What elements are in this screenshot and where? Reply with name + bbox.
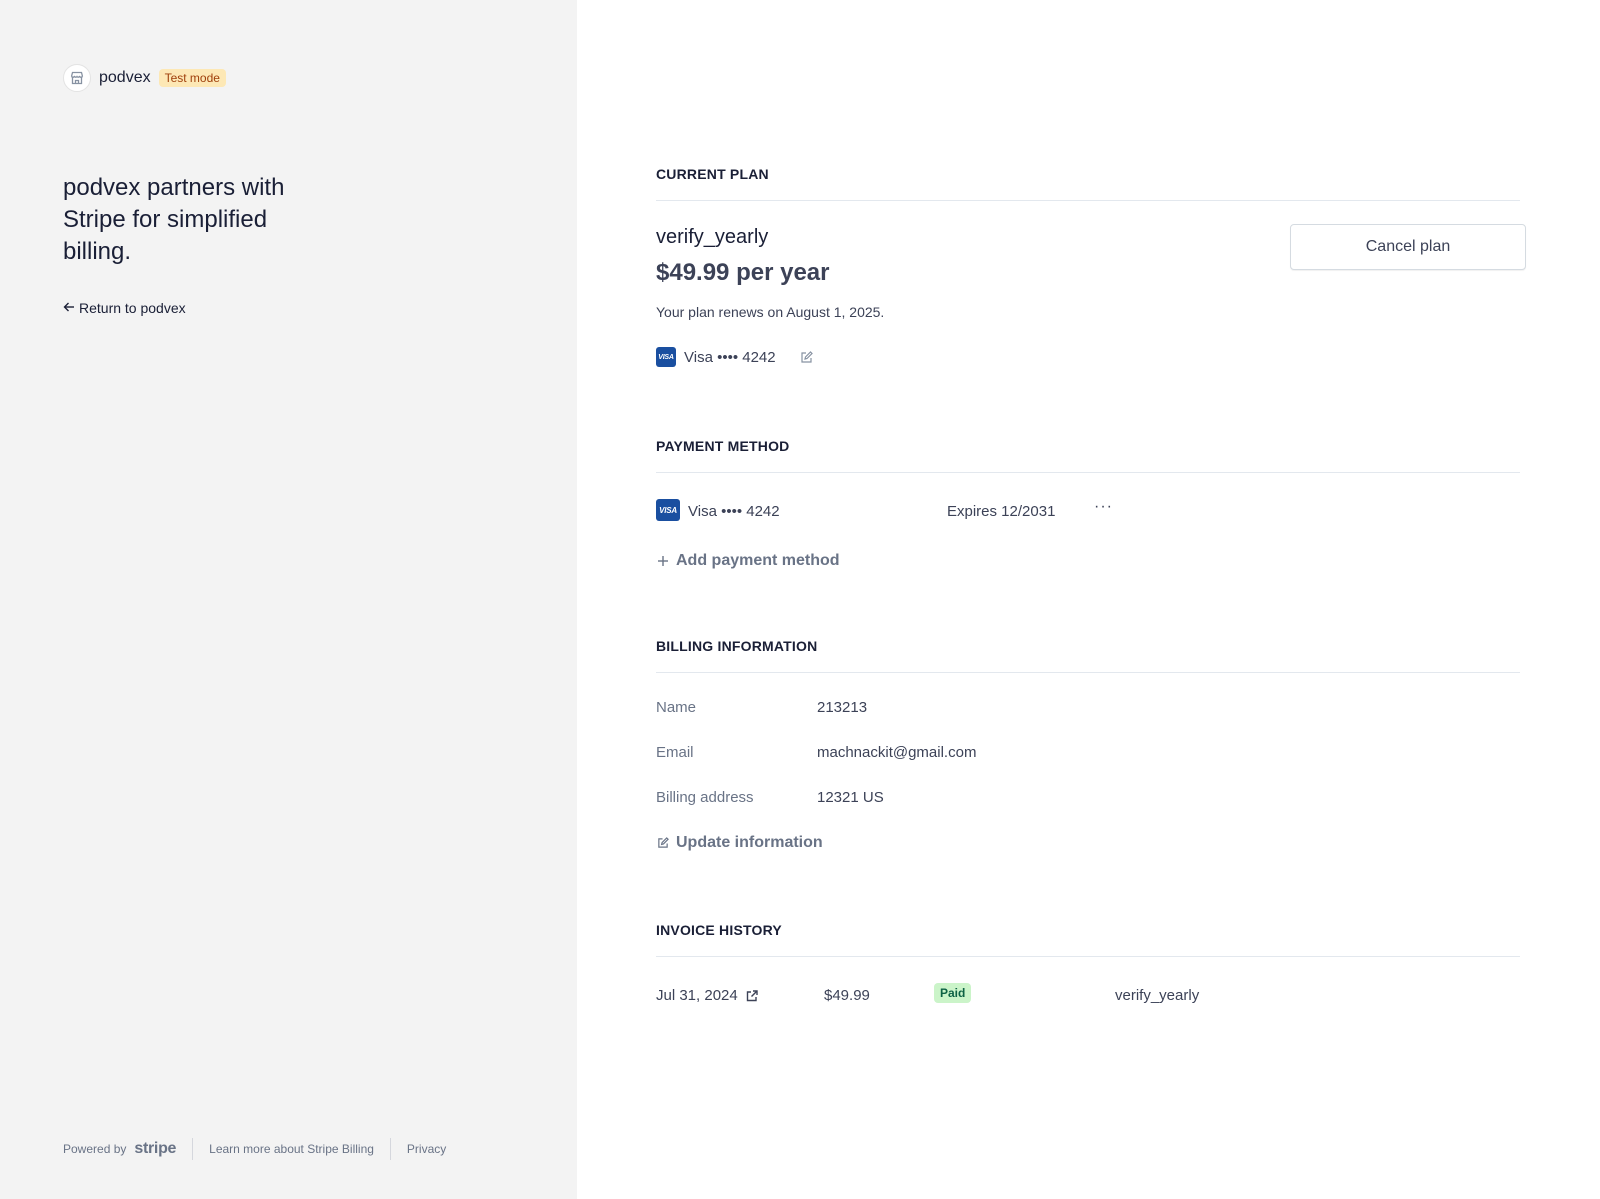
arrow-left-icon [63,300,75,316]
footer-divider [389,1138,391,1160]
footer: Powered by stripe Learn more about Strip… [63,1138,446,1160]
update-information-label: Update information [676,834,823,851]
section-divider [656,472,1520,473]
section-title: CURRENT PLAN [656,166,769,182]
powered-by-label: Powered by [63,1142,127,1156]
main-panel: CURRENT PLAN verify_yearly $49.99 per ye… [577,0,1600,1199]
brand-name: podvex [99,69,151,86]
stripe-logo[interactable]: stripe [134,1140,176,1158]
billing-label: Email [656,744,694,761]
plan-card-label: Visa •••• 4242 [684,348,776,366]
section-title: PAYMENT METHOD [656,438,790,454]
invoice-plan: verify_yearly [1115,987,1200,1004]
return-link[interactable]: Return to podvex [63,300,186,316]
payment-method-row: VISA Visa •••• 4242 Expires 12/2031 ··· [656,498,1520,523]
invoice-date-link[interactable]: Jul 31, 2024 [656,987,758,1004]
billing-value: machnackit@gmail.com [817,744,977,761]
visa-card-icon: VISA [656,347,676,367]
return-link-label: Return to podvex [79,300,186,316]
add-payment-method-label: Add payment method [676,552,840,569]
page-tagline: podvex partners with Stripe for simplifi… [63,174,285,265]
privacy-link[interactable]: Privacy [407,1142,446,1156]
invoice-history-section: INVOICE HISTORY [656,922,1520,957]
more-options-icon[interactable]: ··· [1094,498,1113,516]
payment-card-label: Visa •••• 4242 [688,503,780,520]
billing-information-section: BILLING INFORMATION [656,638,1520,673]
payment-method-section: PAYMENT METHOD [656,438,1520,473]
edit-icon [656,837,670,849]
section-divider [656,672,1520,673]
billing-value: 12321 US [817,789,884,806]
plan-name: verify_yearly [656,226,769,248]
visa-card-icon: VISA [656,499,680,521]
section-divider [656,956,1520,957]
billing-label: Name [656,699,697,716]
section-title: BILLING INFORMATION [656,638,818,654]
sidebar-panel: podvex Test mode podvex partners with St… [0,0,577,1199]
storefront-icon [63,64,91,92]
test-mode-badge: Test mode [158,69,226,87]
footer-divider [192,1138,194,1160]
section-divider [656,200,1520,201]
edit-icon[interactable] [800,350,813,364]
invoice-amount: $49.99 [824,987,870,1004]
plan-renewal-text: Your plan renews on August 1, 2025. [656,304,885,320]
billing-value: 213213 [817,699,868,716]
add-payment-method-button[interactable]: Add payment method [656,552,840,570]
external-link-icon [746,989,758,1002]
billing-label: Billing address [656,789,754,806]
status-badge: Paid [934,983,972,1003]
cancel-plan-button[interactable]: Cancel plan [1290,224,1526,270]
plan-price: $49.99 per year [656,259,830,286]
section-title: INVOICE HISTORY [656,922,782,938]
learn-more-link[interactable]: Learn more about Stripe Billing [209,1142,374,1156]
current-plan-section: CURRENT PLAN [656,166,1520,201]
plus-icon [656,555,670,567]
payment-card-expiry: Expires 12/2031 [947,503,1056,520]
brand: podvex Test mode [63,64,226,92]
plan-card: VISA Visa •••• 4242 [656,347,813,367]
update-information-button[interactable]: Update information [656,834,823,852]
invoice-date: Jul 31, 2024 [656,987,738,1004]
invoice-row: Jul 31, 2024 $49.99 Paid verify_yearly [656,983,1520,1007]
